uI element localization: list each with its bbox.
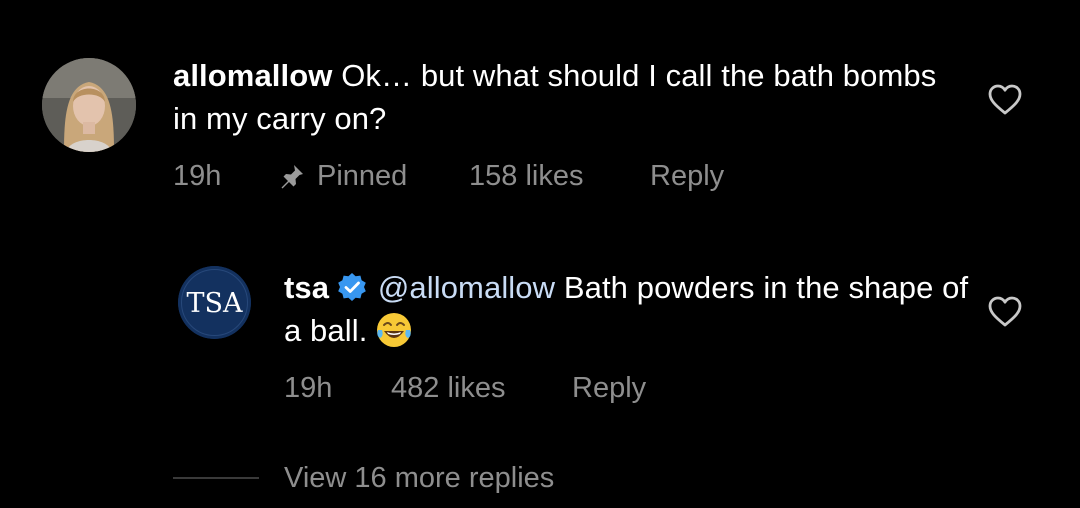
reply-username[interactable]: tsa bbox=[284, 270, 329, 305]
comments-thread: allomallow Ok… but what should I call th… bbox=[0, 0, 1080, 508]
view-more-replies-button[interactable]: View 16 more replies bbox=[284, 460, 554, 496]
replies-divider bbox=[173, 477, 259, 479]
comment-username[interactable]: allomallow bbox=[173, 58, 332, 93]
verified-badge-icon bbox=[338, 273, 366, 301]
avatar[interactable]: TSA bbox=[178, 266, 251, 339]
pin-icon bbox=[279, 158, 305, 189]
heart-icon[interactable] bbox=[988, 84, 1022, 116]
reply-body: tsa @allomallow Bath powders in the shap… bbox=[284, 266, 974, 352]
reply-button[interactable]: Reply bbox=[650, 158, 724, 194]
avatar-photo bbox=[42, 58, 136, 152]
pinned-label: Pinned bbox=[317, 160, 408, 192]
reply-mention[interactable]: @allomallow bbox=[378, 270, 555, 305]
comment-body: allomallow Ok… but what should I call th… bbox=[173, 54, 963, 140]
comment-likes[interactable]: 158 likes bbox=[469, 158, 583, 194]
tears-of-joy-emoji bbox=[377, 313, 412, 347]
reply-timestamp: 19h bbox=[284, 372, 333, 404]
comment-timestamp: 19h bbox=[173, 160, 222, 192]
reply-likes[interactable]: 482 likes bbox=[391, 370, 505, 406]
heart-icon[interactable] bbox=[988, 296, 1022, 328]
tsa-logo: TSA bbox=[178, 266, 251, 339]
avatar[interactable] bbox=[42, 58, 136, 152]
reply-button[interactable]: Reply bbox=[572, 370, 646, 406]
svg-text:TSA: TSA bbox=[186, 288, 243, 319]
